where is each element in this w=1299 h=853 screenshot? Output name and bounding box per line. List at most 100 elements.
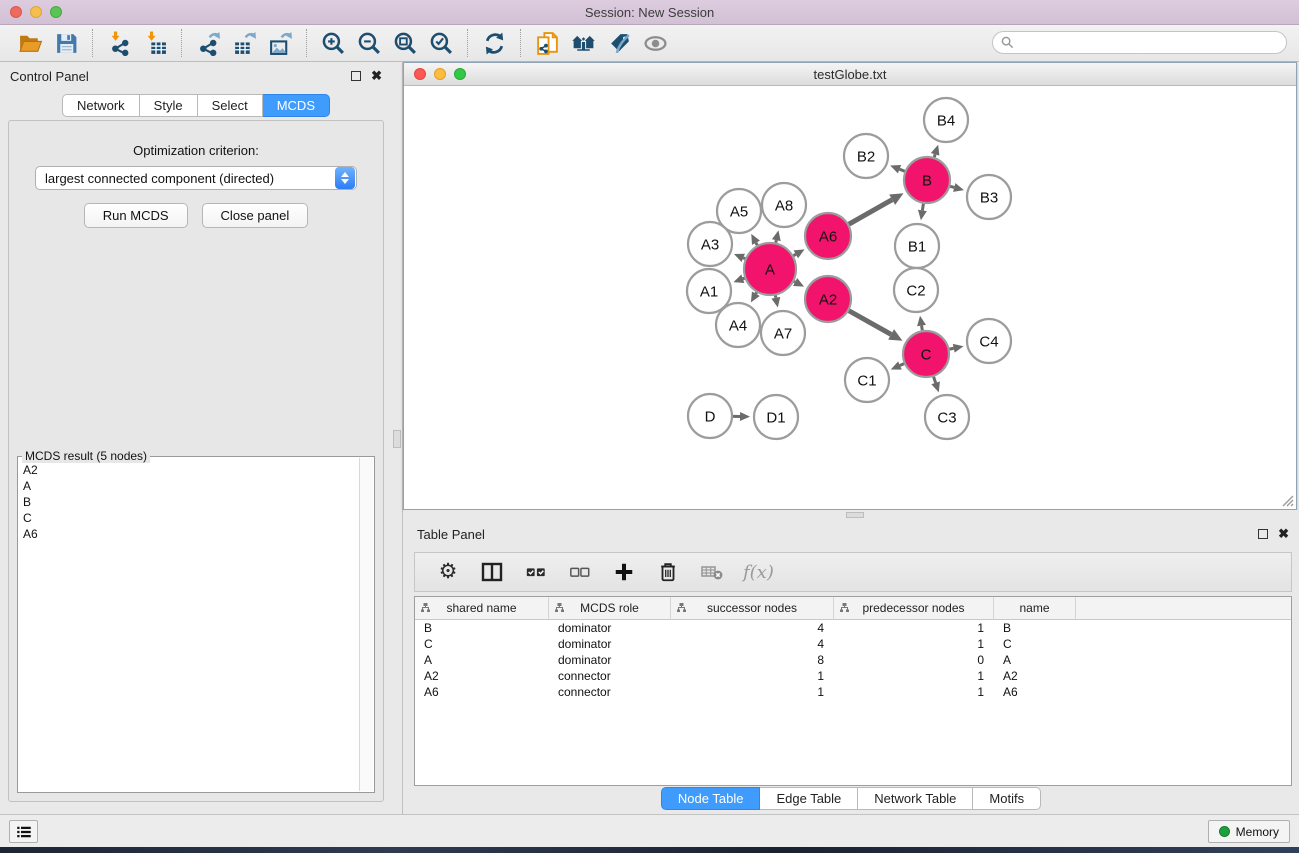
table-row[interactable]: A6connector11A6	[415, 684, 1291, 700]
graph-arrowhead	[771, 297, 780, 308]
graph-edge-A-A4[interactable]	[756, 292, 757, 293]
unselect-all-columns-button[interactable]	[565, 558, 595, 586]
export-table-button[interactable]	[226, 28, 262, 58]
column-header-MCDS-role[interactable]: MCDS role	[549, 597, 671, 619]
tab-network-table[interactable]: Network Table	[858, 787, 973, 810]
graph-edge-C-C3[interactable]	[934, 377, 936, 383]
graph-edge-A-A3[interactable]	[743, 258, 745, 259]
network-window-titlebar[interactable]: testGlobe.txt	[404, 63, 1296, 86]
mcds-result-item[interactable]: C	[23, 510, 355, 526]
search-input[interactable]	[1014, 36, 1286, 50]
split-view-button[interactable]	[477, 558, 507, 586]
task-history-button[interactable]	[9, 820, 38, 843]
checked-boxes-icon	[525, 561, 547, 583]
tab-motifs[interactable]: Motifs	[973, 787, 1041, 810]
export-network-icon	[196, 31, 221, 56]
column-header-successor-nodes[interactable]: successor nodes	[671, 597, 834, 619]
graph-edge-A-A5[interactable]	[756, 243, 757, 245]
close-panel-icon[interactable]: ✖	[1278, 529, 1289, 539]
graph-edge-A-A1[interactable]	[743, 278, 745, 279]
export-network-button[interactable]	[190, 28, 226, 58]
table-cell: 1	[834, 668, 994, 684]
open-session-button[interactable]	[12, 28, 48, 58]
graph-edge-B-B3[interactable]	[950, 186, 954, 187]
function-builder-button[interactable]: f(x)	[741, 558, 774, 586]
duplicate-network-button[interactable]	[529, 28, 565, 58]
graph-edge-A2-C[interactable]	[849, 311, 891, 335]
panel-splitter-horizontal[interactable]	[403, 510, 1299, 520]
mcds-result-item[interactable]: A2	[23, 462, 355, 478]
minimize-window-button[interactable]	[30, 6, 42, 18]
search-field[interactable]	[992, 31, 1287, 54]
graph-edge-B-B1[interactable]	[922, 204, 923, 211]
zoom-fit-button[interactable]	[387, 28, 423, 58]
graph-arrowhead	[931, 381, 940, 392]
column-header-name[interactable]: name	[994, 597, 1076, 619]
delete-column-button[interactable]	[653, 558, 683, 586]
graph-arrowhead	[931, 145, 940, 156]
show-hide-details-button[interactable]	[637, 28, 673, 58]
mcds-result-item[interactable]: B	[23, 494, 355, 510]
mcds-list-scrollbar[interactable]	[359, 458, 373, 791]
table-row[interactable]: Cdominator41C	[415, 636, 1291, 652]
minimize-network-button[interactable]	[434, 68, 446, 80]
create-column-button[interactable]	[609, 558, 639, 586]
zoom-in-button[interactable]	[315, 28, 351, 58]
close-window-button[interactable]	[10, 6, 22, 18]
graph-edge-A6-B[interactable]	[849, 200, 892, 224]
maximize-network-button[interactable]	[454, 68, 466, 80]
import-table-button[interactable]	[137, 28, 173, 58]
graph-edge-C-C4[interactable]	[950, 348, 954, 349]
close-network-button[interactable]	[414, 68, 426, 80]
zoom-out-button[interactable]	[351, 28, 387, 58]
float-panel-icon[interactable]	[1258, 529, 1268, 539]
tab-edge-table[interactable]: Edge Table	[760, 787, 858, 810]
splitter-handle[interactable]	[393, 430, 401, 448]
close-panel-button[interactable]: Close panel	[202, 203, 309, 228]
run-mcds-button[interactable]: Run MCDS	[84, 203, 188, 228]
select-all-columns-button[interactable]	[521, 558, 551, 586]
delete-table-button[interactable]	[697, 558, 727, 586]
tab-mcds[interactable]: MCDS	[263, 94, 330, 117]
graph-edge-B-B4[interactable]	[934, 154, 935, 157]
close-panel-icon[interactable]: ✖	[371, 71, 382, 81]
table-row[interactable]: Adominator80A	[415, 652, 1291, 668]
save-session-button[interactable]	[48, 28, 84, 58]
graph-edge-A-A2[interactable]	[794, 281, 795, 282]
panel-splitter-vertical[interactable]	[392, 62, 403, 814]
home-button[interactable]	[565, 28, 601, 58]
graph-arrowhead	[917, 316, 926, 327]
float-panel-icon[interactable]	[351, 71, 361, 81]
resize-grip-icon[interactable]	[1278, 491, 1294, 507]
splitter-handle[interactable]	[846, 512, 864, 518]
memory-button[interactable]: Memory	[1208, 820, 1290, 843]
graph-edge-A-A6[interactable]	[793, 254, 795, 255]
graph-edge-C-C1[interactable]	[900, 364, 904, 366]
optimization-criterion-select[interactable]: largest connected component (directed)	[35, 166, 357, 190]
apply-layout-button[interactable]	[476, 28, 512, 58]
table-row[interactable]: A2connector11A2	[415, 668, 1291, 684]
table-row[interactable]: Bdominator41B	[415, 620, 1291, 636]
network-canvas[interactable]: B4B2BB3A5A8A6A3B1AA1C2A2A4A7C4CC1DD1C3	[404, 86, 1296, 509]
column-header-shared-name[interactable]: shared name	[415, 597, 549, 619]
graph-node-label: C4	[979, 334, 998, 351]
table-panel: Table Panel ✖ ⚙	[403, 520, 1299, 814]
tab-node-table[interactable]: Node Table	[661, 787, 761, 810]
tab-style[interactable]: Style	[140, 94, 198, 117]
mcds-result-item[interactable]: A	[23, 478, 355, 494]
node-table: shared nameMCDS rolesuccessor nodesprede…	[414, 596, 1292, 786]
tab-network[interactable]: Network	[62, 94, 140, 117]
graph-edge-A-A8[interactable]	[776, 240, 777, 242]
zoom-selected-button[interactable]	[423, 28, 459, 58]
export-image-button[interactable]	[262, 28, 298, 58]
hide-annotations-button[interactable]	[601, 28, 637, 58]
tab-select[interactable]: Select	[198, 94, 263, 117]
graph-edge-B-B2[interactable]	[900, 169, 905, 171]
graph-edge-C-C2[interactable]	[922, 326, 923, 331]
mcds-result-item[interactable]: A6	[23, 526, 355, 542]
maximize-window-button[interactable]	[50, 6, 62, 18]
import-network-button[interactable]	[101, 28, 137, 58]
table-options-button[interactable]: ⚙	[433, 558, 463, 586]
table-cell: 1	[834, 684, 994, 700]
column-header-predecessor-nodes[interactable]: predecessor nodes	[834, 597, 994, 619]
